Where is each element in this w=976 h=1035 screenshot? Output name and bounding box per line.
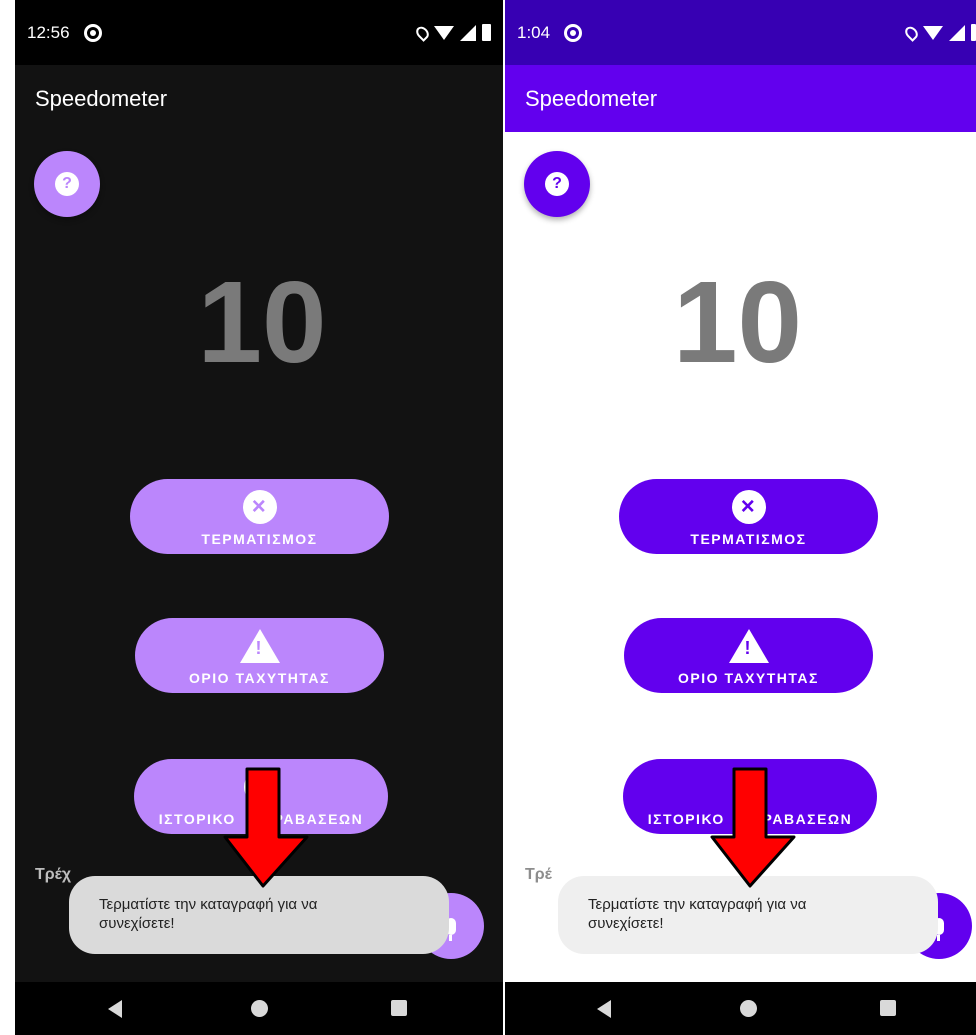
toast-text-line2: συνεχίσετε! bbox=[588, 915, 664, 932]
stop-button-label: ΤΕΡΜΑΤΙΣΜΟΣ bbox=[201, 531, 318, 547]
location-icon bbox=[413, 23, 432, 42]
speed-limit-button[interactable]: ΟΡΙΟ ΤΑΧΥΤΗΤΑΣ bbox=[624, 618, 873, 693]
status-bar: 1:04 bbox=[505, 0, 976, 65]
toast-message: Τερματίστε την καταγραφή για να συνεχίσε… bbox=[69, 876, 449, 954]
warning-icon bbox=[728, 629, 769, 663]
wifi-icon bbox=[434, 25, 454, 40]
signal-icon bbox=[460, 24, 476, 41]
help-button[interactable]: ? bbox=[34, 151, 100, 217]
help-icon: ? bbox=[545, 172, 569, 196]
battery-icon bbox=[971, 24, 976, 41]
stop-button[interactable]: × ΤΕΡΜΑΤΙΣΜΟΣ bbox=[130, 479, 389, 554]
app-title: Speedometer bbox=[35, 85, 168, 111]
history-button-label: ΙΣΤΟΡΙΚΟ ΡΑΒΑΣΕΩΝ bbox=[158, 811, 364, 827]
close-circle-icon: × bbox=[242, 490, 277, 524]
status-icons bbox=[902, 23, 976, 42]
wifi-icon bbox=[923, 25, 943, 40]
stop-button-label: ΤΕΡΜΑΤΙΣΜΟΣ bbox=[690, 531, 807, 547]
nav-recents-icon[interactable] bbox=[391, 1000, 407, 1016]
speed-limit-button-label: ΟΡΙΟ ΤΑΧΥΤΗΤΑΣ bbox=[189, 670, 330, 686]
history-icon bbox=[244, 770, 278, 804]
history-button[interactable]: ΙΣΤΟΡΙΚΟ ΡΑΒΑΣΕΩΝ bbox=[623, 759, 877, 834]
speed-display: 10 bbox=[197, 257, 327, 387]
speed-display: 10 bbox=[672, 257, 803, 387]
status-icons bbox=[413, 23, 491, 42]
nav-bar bbox=[15, 982, 503, 1035]
status-time: 1:04 bbox=[517, 22, 551, 42]
speed-limit-button-label: ΟΡΙΟ ΤΑΧΥΤΗΤΑΣ bbox=[678, 670, 819, 686]
screen-light: 1:04 Speedometer ? 10 × ΤΕΡΜΑΤΙΣΜΟΣ ΟΡΙΟ… bbox=[505, 0, 976, 1035]
battery-icon bbox=[482, 24, 491, 41]
help-button[interactable]: ? bbox=[524, 151, 590, 217]
current-speed-label: Τρέ bbox=[525, 866, 552, 883]
stop-button[interactable]: × ΤΕΡΜΑΤΙΣΜΟΣ bbox=[619, 479, 878, 554]
signal-icon bbox=[949, 24, 965, 41]
status-bar: 12:56 bbox=[15, 0, 503, 65]
dnd-icon bbox=[564, 23, 583, 42]
app-bar: Speedometer bbox=[15, 65, 503, 132]
toast-text-line1: Τερματίστε την καταγραφή για να bbox=[99, 896, 318, 913]
history-button-label: ΙΣΤΟΡΙΚΟ ΡΑΒΑΣΕΩΝ bbox=[647, 811, 853, 827]
current-speed-label: Τρέχ bbox=[35, 866, 72, 883]
speed-limit-button[interactable]: ΟΡΙΟ ΤΑΧΥΤΗΤΑΣ bbox=[135, 618, 384, 693]
nav-back-icon[interactable] bbox=[597, 1000, 611, 1018]
toast-text-line1: Τερματίστε την καταγραφή για να bbox=[588, 896, 807, 913]
status-time: 12:56 bbox=[27, 22, 70, 42]
help-icon: ? bbox=[55, 172, 79, 196]
nav-bar bbox=[505, 982, 976, 1035]
nav-recents-icon[interactable] bbox=[880, 1000, 896, 1016]
nav-home-icon[interactable] bbox=[740, 1000, 757, 1017]
nav-back-icon[interactable] bbox=[108, 1000, 122, 1018]
close-circle-icon: × bbox=[731, 490, 766, 524]
app-bar: Speedometer bbox=[505, 65, 976, 132]
screen-dark: 12:56 Speedometer ? 10 × ΤΕΡΜΑΤΙΣΜΟΣ ΟΡΙ… bbox=[15, 0, 503, 1035]
toast-message: Τερματίστε την καταγραφή για να συνεχίσε… bbox=[558, 876, 938, 954]
left-margin bbox=[0, 0, 15, 1035]
nav-home-icon[interactable] bbox=[251, 1000, 268, 1017]
app-title: Speedometer bbox=[525, 85, 658, 111]
warning-icon bbox=[239, 629, 280, 663]
history-button[interactable]: ΙΣΤΟΡΙΚΟ ΡΑΒΑΣΕΩΝ bbox=[134, 759, 388, 834]
dnd-icon bbox=[83, 23, 102, 42]
location-icon bbox=[902, 23, 921, 42]
history-icon bbox=[733, 770, 767, 804]
toast-text-line2: συνεχίσετε! bbox=[99, 915, 175, 932]
